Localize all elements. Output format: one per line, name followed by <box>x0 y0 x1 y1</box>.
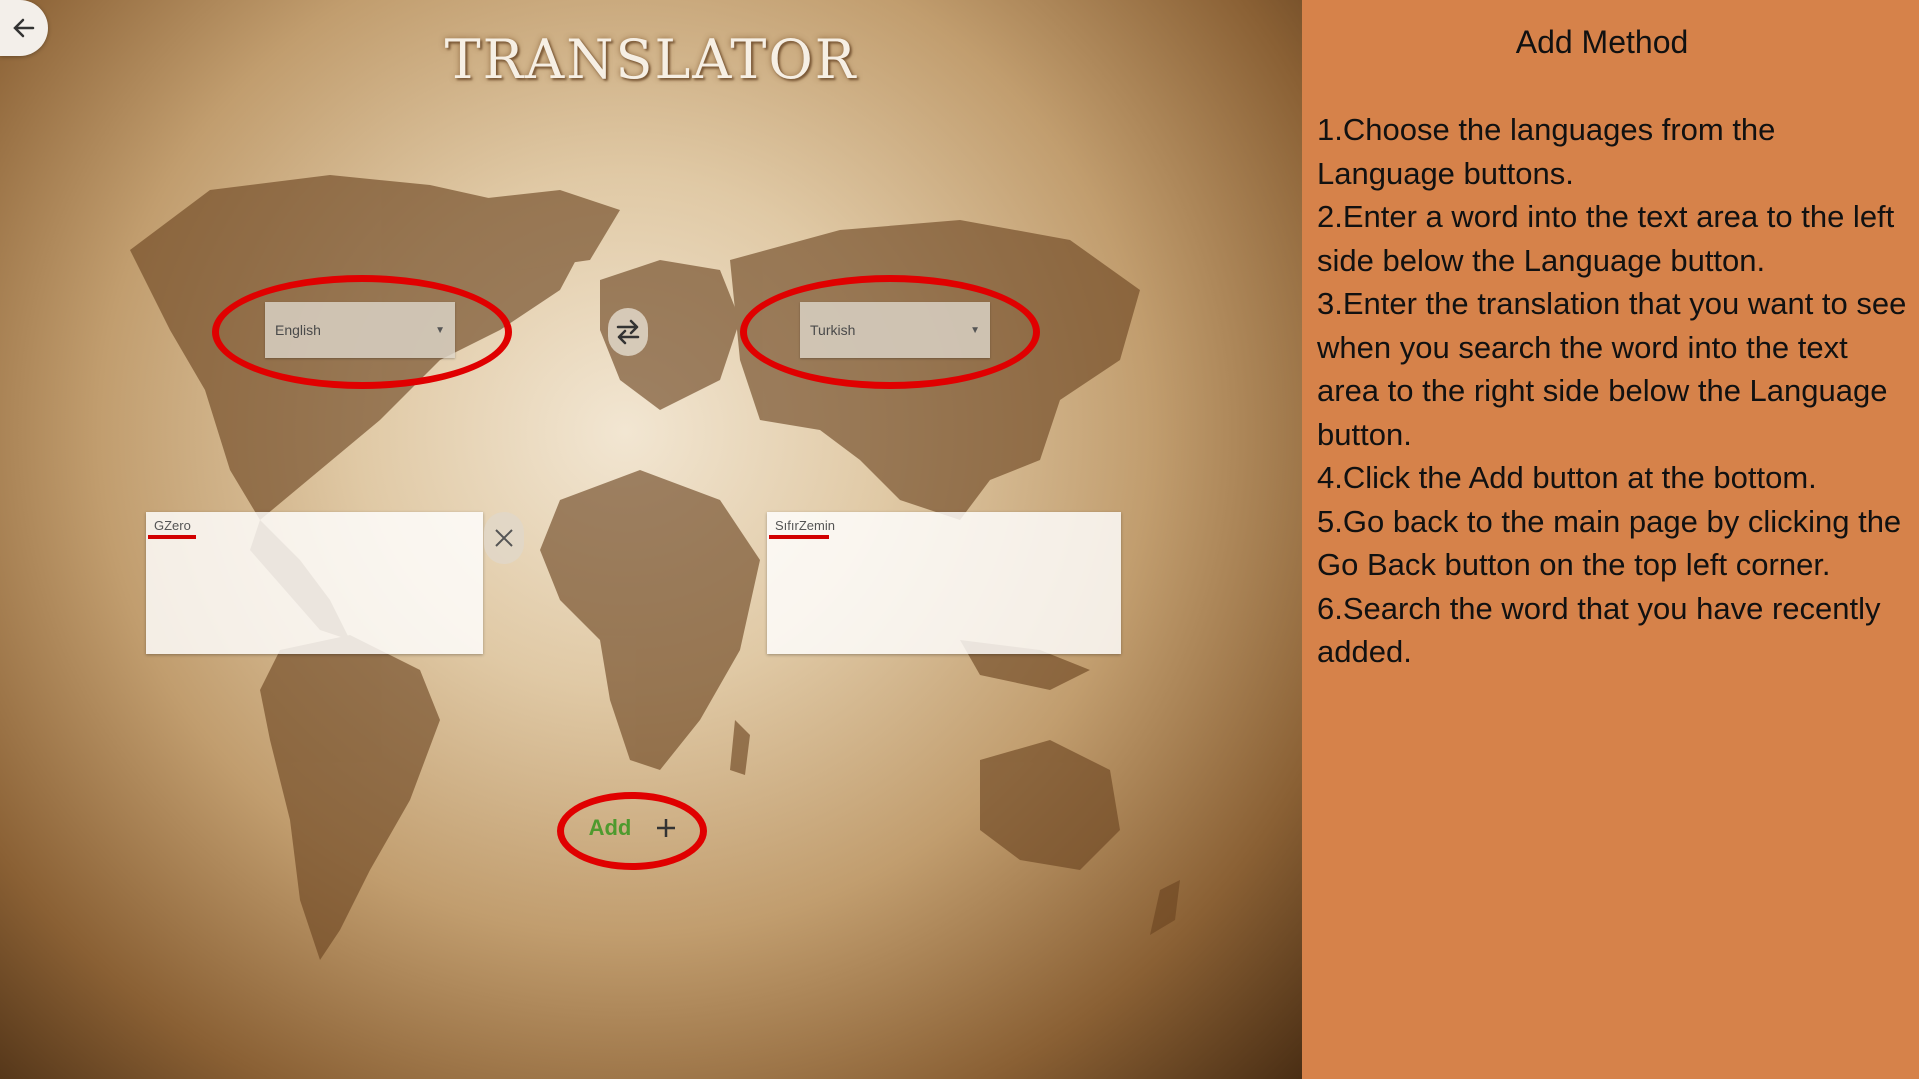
target-language-value: Turkish <box>810 322 856 338</box>
spelling-underline <box>769 535 829 539</box>
asia-shape <box>730 220 1140 520</box>
close-icon <box>495 529 513 547</box>
swap-languages-button[interactable] <box>608 308 648 356</box>
help-panel: Add Method 1.Choose the languages from t… <box>1302 0 1919 1079</box>
help-steps-list: 1.Choose the languages from the Language… <box>1317 108 1907 674</box>
south-america-shape <box>260 635 440 960</box>
source-text-area[interactable]: GZero <box>146 512 483 654</box>
clear-button[interactable] <box>484 512 524 564</box>
target-language-select[interactable]: Turkish ▼ <box>800 302 990 358</box>
help-step: 2.Enter a word into the text area to the… <box>1317 199 1895 278</box>
help-step: 3.Enter the translation that you want to… <box>1317 286 1907 452</box>
source-text-value: GZero <box>154 518 191 533</box>
africa-shape <box>540 470 760 770</box>
source-language-select[interactable]: English ▼ <box>265 302 455 358</box>
add-button[interactable]: Add <box>578 808 688 848</box>
help-step: 1.Choose the languages from the Language… <box>1317 112 1776 191</box>
help-heading: Add Method <box>1515 24 1689 60</box>
add-button-label: Add <box>588 815 632 840</box>
australia-shape <box>980 740 1120 870</box>
translator-app: TRANSLATOR English ▼ Turkish ▼ GZero Sıf… <box>0 0 1302 1079</box>
chevron-down-icon: ▼ <box>970 324 980 336</box>
target-text-value: SıfırZemin <box>775 518 835 533</box>
swap-arrows-icon <box>616 319 640 345</box>
help-step: 6.Search the word that you have recently… <box>1317 590 1881 670</box>
source-language-value: English <box>275 322 321 338</box>
new-zealand-shape <box>1150 880 1180 935</box>
help-step: 5.Go back to the main page by clicking t… <box>1317 503 1902 583</box>
app-title: TRANSLATOR <box>444 28 858 91</box>
help-step: 4.Click the Add button at the bottom. <box>1317 460 1817 495</box>
target-text-area[interactable]: SıfırZemin <box>767 512 1121 654</box>
madagascar-shape <box>730 720 750 775</box>
spelling-underline <box>148 535 196 539</box>
plus-icon <box>657 819 676 837</box>
chevron-down-icon: ▼ <box>435 324 445 336</box>
